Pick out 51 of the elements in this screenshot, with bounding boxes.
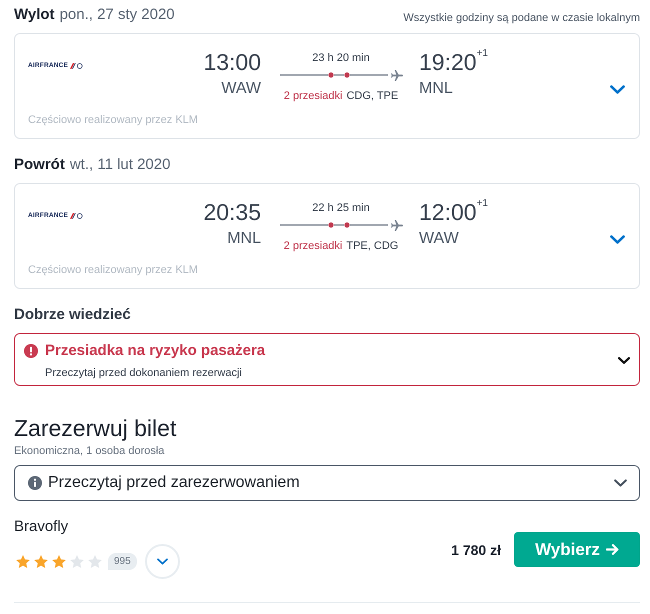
arrival-time: 12:00 bbox=[419, 198, 477, 226]
flight-date: wt., 11 lut 2020 bbox=[70, 155, 170, 175]
stop-dot-icon bbox=[328, 72, 334, 78]
info-icon bbox=[28, 476, 42, 490]
provider-name: Bravofly bbox=[14, 517, 68, 537]
departure-airport: MNL bbox=[227, 229, 261, 249]
booking-subtitle: Ekonomiczna, 1 osoba dorosła bbox=[14, 444, 164, 458]
departure-time: 20:35 bbox=[203, 198, 261, 226]
stops-count: 2 przesiadki bbox=[284, 89, 342, 103]
warning-panel[interactable]: Przesiadka na ryzyko pasażera Przeczytaj przed dokonaniem rezerwacji bbox=[14, 333, 640, 386]
day-offset: +1 bbox=[476, 198, 488, 210]
arrival-airport: WAW bbox=[419, 229, 460, 249]
flight-duration: 23 h 20 min bbox=[312, 51, 370, 65]
price: 1 780 zł bbox=[451, 540, 501, 560]
direction-label: Wylot bbox=[14, 5, 55, 25]
stops-count: 2 przesiadki bbox=[284, 239, 342, 253]
alert-icon bbox=[24, 344, 38, 358]
logo-mark-icon bbox=[70, 63, 84, 69]
layover-airports: TPE, CDG bbox=[346, 239, 398, 253]
departure-airport: WAW bbox=[221, 79, 261, 99]
warning-title: Przesiadka na ryzyko pasażera bbox=[45, 341, 266, 361]
star-icon bbox=[16, 555, 30, 568]
plane-icon bbox=[390, 220, 402, 230]
chevron-icon[interactable] bbox=[618, 357, 630, 364]
layover-airports: CDG, TPE bbox=[346, 89, 398, 103]
star-icon bbox=[88, 555, 102, 568]
arrival-time: 19:20 bbox=[419, 48, 477, 76]
direction-label: Powrót bbox=[14, 155, 65, 175]
info-dropdown[interactable]: Przeczytaj przed zarezerwowaniem bbox=[14, 465, 640, 501]
day-offset: +1 bbox=[476, 48, 488, 60]
departure-time: 13:00 bbox=[203, 48, 261, 76]
timezone-note: Wszystkie godziny są podane w czasie lokalnym bbox=[403, 11, 640, 25]
stop-dot-icon bbox=[344, 222, 350, 228]
star-icon bbox=[34, 555, 48, 568]
section-heading: Dobrze wiedzieć bbox=[14, 305, 131, 325]
logo-mark-icon bbox=[70, 213, 84, 219]
star-icon bbox=[70, 555, 84, 568]
warning-text: Przeczytaj przed dokonaniem rezerwacji bbox=[45, 366, 243, 380]
stop-dot-icon bbox=[328, 222, 334, 228]
stop-dot-icon bbox=[344, 72, 350, 78]
operated-by-text: Częściowo realizowany przez KLM bbox=[28, 263, 198, 277]
flight-duration: 22 h 25 min bbox=[312, 201, 370, 215]
star-icon bbox=[52, 555, 66, 568]
operated-by-text: Częściowo realizowany przez KLM bbox=[28, 113, 198, 127]
review-count-badge: 995 bbox=[108, 553, 137, 570]
flight-date: pon., 27 sty 2020 bbox=[60, 5, 175, 25]
booking-title: Zarezerwuj bilet bbox=[14, 414, 176, 442]
info-dropdown-label: Przeczytaj przed zarezerwowaniem bbox=[48, 473, 300, 493]
plane-icon bbox=[390, 70, 402, 80]
arrow-right-icon bbox=[606, 544, 619, 555]
arrival-airport: MNL bbox=[419, 79, 454, 99]
